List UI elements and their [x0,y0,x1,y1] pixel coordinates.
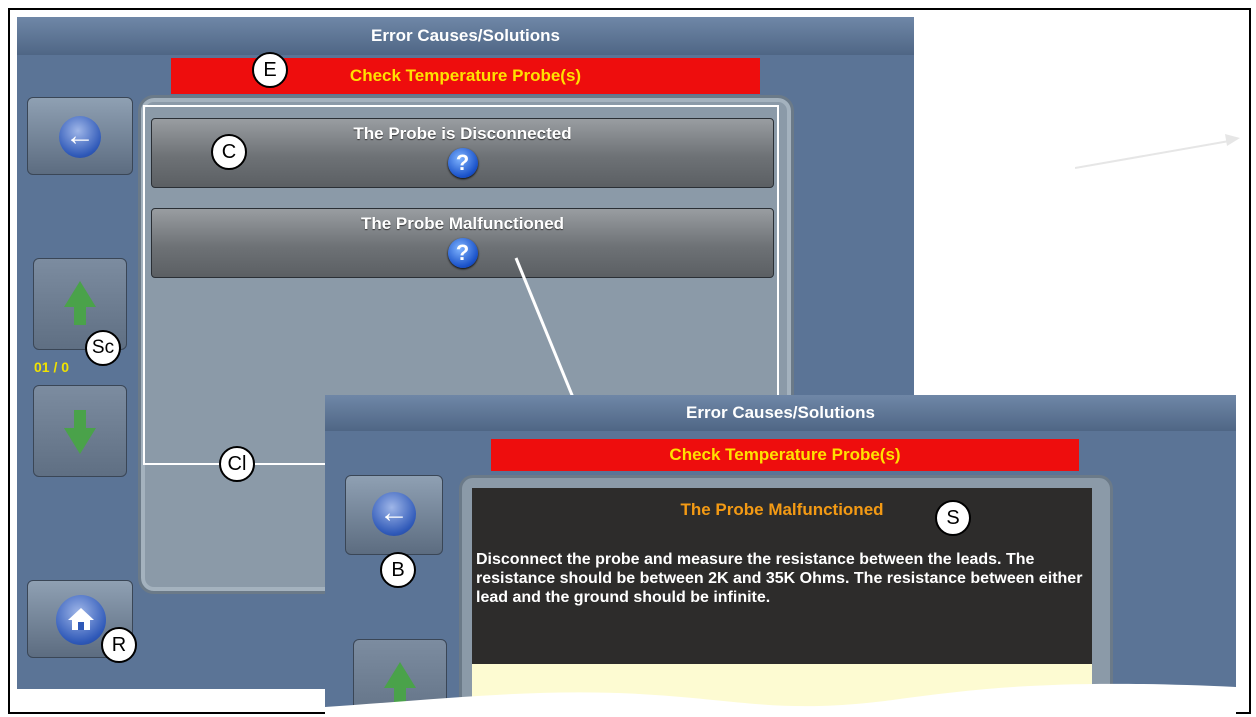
help-icon[interactable]: ? [447,238,478,268]
torn-edge [325,683,1236,717]
callout-scroll: Sc [85,330,121,366]
down-arrow-icon [64,410,96,454]
solution-text-box: The Probe Malfunctioned Disconnect the p… [472,488,1092,664]
cause-label: The Probe Malfunctioned [360,214,565,233]
back-arrow-icon: ← [372,492,416,536]
cause-list-bracket [143,105,145,465]
home-icon [56,595,106,645]
callout-solution: S [935,500,971,536]
page-indicator: 01 / 0 [34,359,70,375]
cause-label: The Probe is Disconnected [353,124,572,143]
solution-title: The Probe Malfunctioned [680,500,884,519]
cause-button-malfunctioned[interactable]: The Probe Malfunctioned ? [151,208,774,278]
back-arrow-icon: ← [59,116,101,158]
back-button[interactable]: ← [27,97,133,175]
cause-list-bracket [777,105,779,405]
inset-screen-title: Error Causes/Solutions [325,395,1236,431]
callout-cause-list: Cl [219,446,255,482]
callout-back: B [380,552,416,588]
cause-list-bracket [143,105,779,107]
solution-text: Disconnect the probe and measure the res… [476,551,1083,606]
screen-title: Error Causes/Solutions [17,17,914,55]
inset-error-message-bar: Check Temperature Probe(s) [491,439,1079,471]
faint-arrow-icon [1075,134,1240,169]
callout-error: E [252,52,288,88]
scroll-down-button[interactable] [33,385,127,477]
inset-back-button[interactable]: ← [345,475,443,555]
solution-screen-inset: Error Causes/Solutions Check Temperature… [325,395,1236,717]
callout-cause: C [211,134,247,170]
callout-return-home: R [101,627,137,663]
help-icon[interactable]: ? [447,148,478,178]
